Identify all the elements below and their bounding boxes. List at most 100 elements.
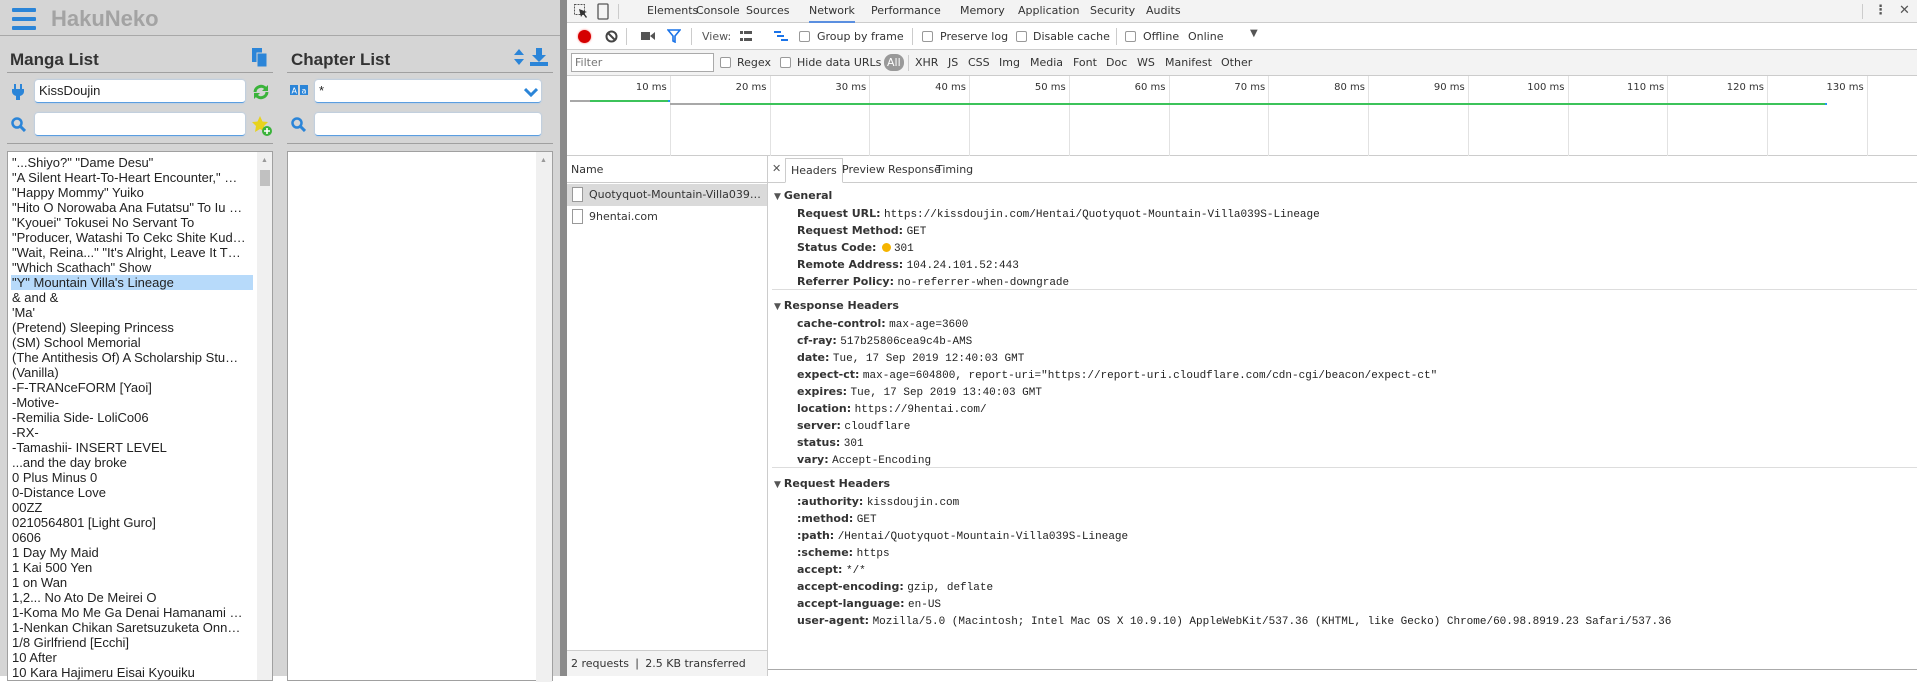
sort-icon[interactable] bbox=[513, 49, 525, 65]
manga-list-item[interactable]: 0606 bbox=[11, 530, 253, 545]
manga-list-item[interactable]: "Kyouei" Tokusei No Servant To bbox=[11, 215, 253, 230]
filter-type-doc[interactable]: Doc bbox=[1106, 56, 1127, 69]
manga-list-item[interactable]: ...and the day broke bbox=[11, 455, 253, 470]
connector-select[interactable]: KissDoujin bbox=[35, 80, 245, 103]
manga-list-item[interactable]: "...Shiyo?" "Dame Desu" bbox=[11, 155, 253, 170]
filter-input[interactable] bbox=[571, 53, 714, 72]
scrollbar-thumb[interactable] bbox=[260, 170, 270, 186]
add-bookmark-star-icon[interactable] bbox=[251, 115, 273, 137]
filter-type-img[interactable]: Img bbox=[999, 56, 1020, 69]
manga-list-item[interactable]: "Producer, Watashi To Cekc Shite Kud… bbox=[11, 230, 253, 245]
manga-list-item[interactable]: 1 Kai 500 Yen bbox=[11, 560, 253, 575]
filter-type-ws[interactable]: WS bbox=[1137, 56, 1155, 69]
manga-list-item[interactable]: 10 After bbox=[11, 650, 253, 665]
scroll-up-arrow-icon[interactable]: ▲ bbox=[540, 157, 547, 164]
chapter-list-scrollbar[interactable]: ▲ bbox=[536, 152, 552, 682]
tab-elements[interactable]: Elements bbox=[647, 0, 698, 23]
large-rows-icon[interactable] bbox=[740, 31, 752, 41]
request-row[interactable]: Quotyquot-Mountain-Villa039… bbox=[567, 184, 767, 206]
manga-list-scrollbar[interactable]: ▲ bbox=[257, 152, 272, 680]
tab-memory[interactable]: Memory bbox=[960, 0, 1005, 23]
manga-list-item[interactable]: 1/8 Girlfriend [Ecchi] bbox=[11, 635, 253, 650]
manga-list-item[interactable]: 1,2... No Ato De Meirei O bbox=[11, 590, 253, 605]
filter-type-other[interactable]: Other bbox=[1221, 56, 1252, 69]
overview-waterfall-icon[interactable] bbox=[774, 31, 788, 42]
manga-list-item[interactable]: & and & bbox=[11, 290, 253, 305]
more-options-icon[interactable]: ⋮ bbox=[1874, 3, 1887, 18]
network-overview-timeline[interactable]: 10 ms 20 ms 30 ms 40 ms 50 ms 60 ms 70 ms 80 ms… bbox=[567, 76, 1917, 156]
scroll-up-arrow-icon[interactable]: ▲ bbox=[261, 157, 268, 164]
manga-search-input[interactable] bbox=[35, 113, 245, 136]
manga-list-item[interactable]: "Which Scathach" Show bbox=[11, 260, 253, 275]
manga-list-item[interactable]: (Vanilla) bbox=[11, 365, 253, 380]
regex-checkbox[interactable] bbox=[720, 57, 731, 68]
manga-list-item[interactable]: -RX- bbox=[11, 425, 253, 440]
close-details-icon[interactable]: ✕ bbox=[772, 162, 781, 175]
manga-list-item[interactable]: 10 Kara Hajimeru Eisai Kyouiku bbox=[11, 665, 253, 680]
tab-audits[interactable]: Audits bbox=[1146, 0, 1181, 23]
request-row[interactable]: 9hentai.com bbox=[567, 206, 767, 228]
hide-data-urls-checkbox[interactable] bbox=[780, 57, 791, 68]
tab-security[interactable]: Security bbox=[1090, 0, 1135, 23]
manga-list-item[interactable]: 0-Distance Love bbox=[11, 485, 253, 500]
throttling-select[interactable]: Online bbox=[1188, 30, 1223, 43]
manga-list-item[interactable]: (The Antithesis Of) A Scholarship Stu… bbox=[11, 350, 253, 365]
manga-list-item[interactable]: 1-Koma Mo Me Ga Denai Hamanami … bbox=[11, 605, 253, 620]
manga-list-item[interactable]: (Pretend) Sleeping Princess bbox=[11, 320, 253, 335]
filter-type-js[interactable]: JS bbox=[948, 56, 958, 69]
details-tab-timing[interactable]: Timing bbox=[931, 158, 978, 183]
manga-list[interactable]: "...Shiyo?" "Dame Desu" "A Silent Heart-T… bbox=[7, 151, 273, 681]
manga-list-item[interactable]: 1 on Wan bbox=[11, 575, 253, 590]
hamburger-menu-icon[interactable] bbox=[12, 8, 36, 30]
details-tab-headers[interactable]: Headers bbox=[785, 158, 843, 183]
manga-list-item[interactable]: "A Silent Heart-To-Heart Encounter," … bbox=[11, 170, 253, 185]
chapter-search-input[interactable] bbox=[315, 113, 541, 136]
manga-list-item[interactable]: "Happy Mommy" Yuiko bbox=[11, 185, 253, 200]
preserve-log-checkbox[interactable] bbox=[922, 31, 933, 42]
manga-list-item[interactable]: -Tamashii- INSERT LEVEL bbox=[11, 440, 253, 455]
filter-type-media[interactable]: Media bbox=[1030, 56, 1063, 69]
filter-type-font[interactable]: Font bbox=[1073, 56, 1097, 69]
manga-list-item[interactable]: "Wait, Reina..." "It's Alright, Leave It… bbox=[11, 245, 253, 260]
manga-list-item[interactable]: 0210564801 [Light Guro] bbox=[11, 515, 253, 530]
tab-console[interactable]: Console bbox=[696, 0, 740, 23]
devtools-splitter[interactable] bbox=[560, 0, 567, 676]
throttling-dropdown-arrow-icon[interactable]: ▼ bbox=[1250, 28, 1258, 39]
chapter-list[interactable]: ▲ bbox=[287, 151, 553, 682]
section-header-general[interactable]: ▼ General bbox=[774, 189, 832, 202]
clear-icon[interactable] bbox=[605, 30, 618, 43]
manga-list-item[interactable]: -F-TRANceFORM [Yaoi] bbox=[11, 380, 253, 395]
group-by-frame-checkbox[interactable] bbox=[799, 31, 810, 42]
manga-list-item[interactable]: "Y" Mountain Villa's Lineage bbox=[11, 275, 253, 290]
refresh-icon[interactable] bbox=[252, 83, 270, 101]
tab-application[interactable]: Application bbox=[1018, 0, 1079, 23]
language-select[interactable]: * bbox=[315, 80, 541, 103]
manga-list-item[interactable]: -Motive- bbox=[11, 395, 253, 410]
tab-performance[interactable]: Performance bbox=[871, 0, 941, 23]
filter-type-xhr[interactable]: XHR bbox=[915, 56, 938, 69]
section-header-response-headers[interactable]: ▼ Response Headers bbox=[774, 299, 899, 312]
chevron-down-icon[interactable] bbox=[524, 87, 538, 97]
filter-type-manifest[interactable]: Manifest bbox=[1165, 56, 1212, 69]
inspect-element-icon[interactable] bbox=[574, 4, 588, 19]
name-column-header[interactable]: Name bbox=[567, 156, 767, 183]
manga-list-item[interactable]: "Hito O Norowaba Ana Futatsu" To Iu … bbox=[11, 200, 253, 215]
offline-checkbox[interactable] bbox=[1125, 31, 1136, 42]
download-icon[interactable] bbox=[530, 48, 548, 66]
manga-list-item[interactable]: 0 Plus Minus 0 bbox=[11, 470, 253, 485]
record-icon[interactable] bbox=[578, 30, 591, 43]
manga-list-item[interactable]: 00ZZ bbox=[11, 500, 253, 515]
manga-list-item[interactable]: -Remilia Side- LoliCo06 bbox=[11, 410, 253, 425]
close-devtools-icon[interactable]: ✕ bbox=[1899, 3, 1910, 18]
tab-network[interactable]: Network bbox=[809, 0, 855, 23]
filter-type-css[interactable]: CSS bbox=[968, 56, 990, 69]
manga-list-item[interactable]: 1 Day My Maid bbox=[11, 545, 253, 560]
capture-screenshots-icon[interactable] bbox=[641, 31, 655, 41]
details-tab-preview[interactable]: Preview bbox=[837, 158, 890, 183]
filter-type-all[interactable]: All bbox=[884, 54, 904, 71]
manga-list-item[interactable]: 'Ma' bbox=[11, 305, 253, 320]
section-header-request-headers[interactable]: ▼ Request Headers bbox=[774, 477, 890, 490]
disable-cache-checkbox[interactable] bbox=[1016, 31, 1027, 42]
manga-list-item[interactable]: (SM) School Memorial bbox=[11, 335, 253, 350]
tab-sources[interactable]: Sources bbox=[746, 0, 790, 23]
